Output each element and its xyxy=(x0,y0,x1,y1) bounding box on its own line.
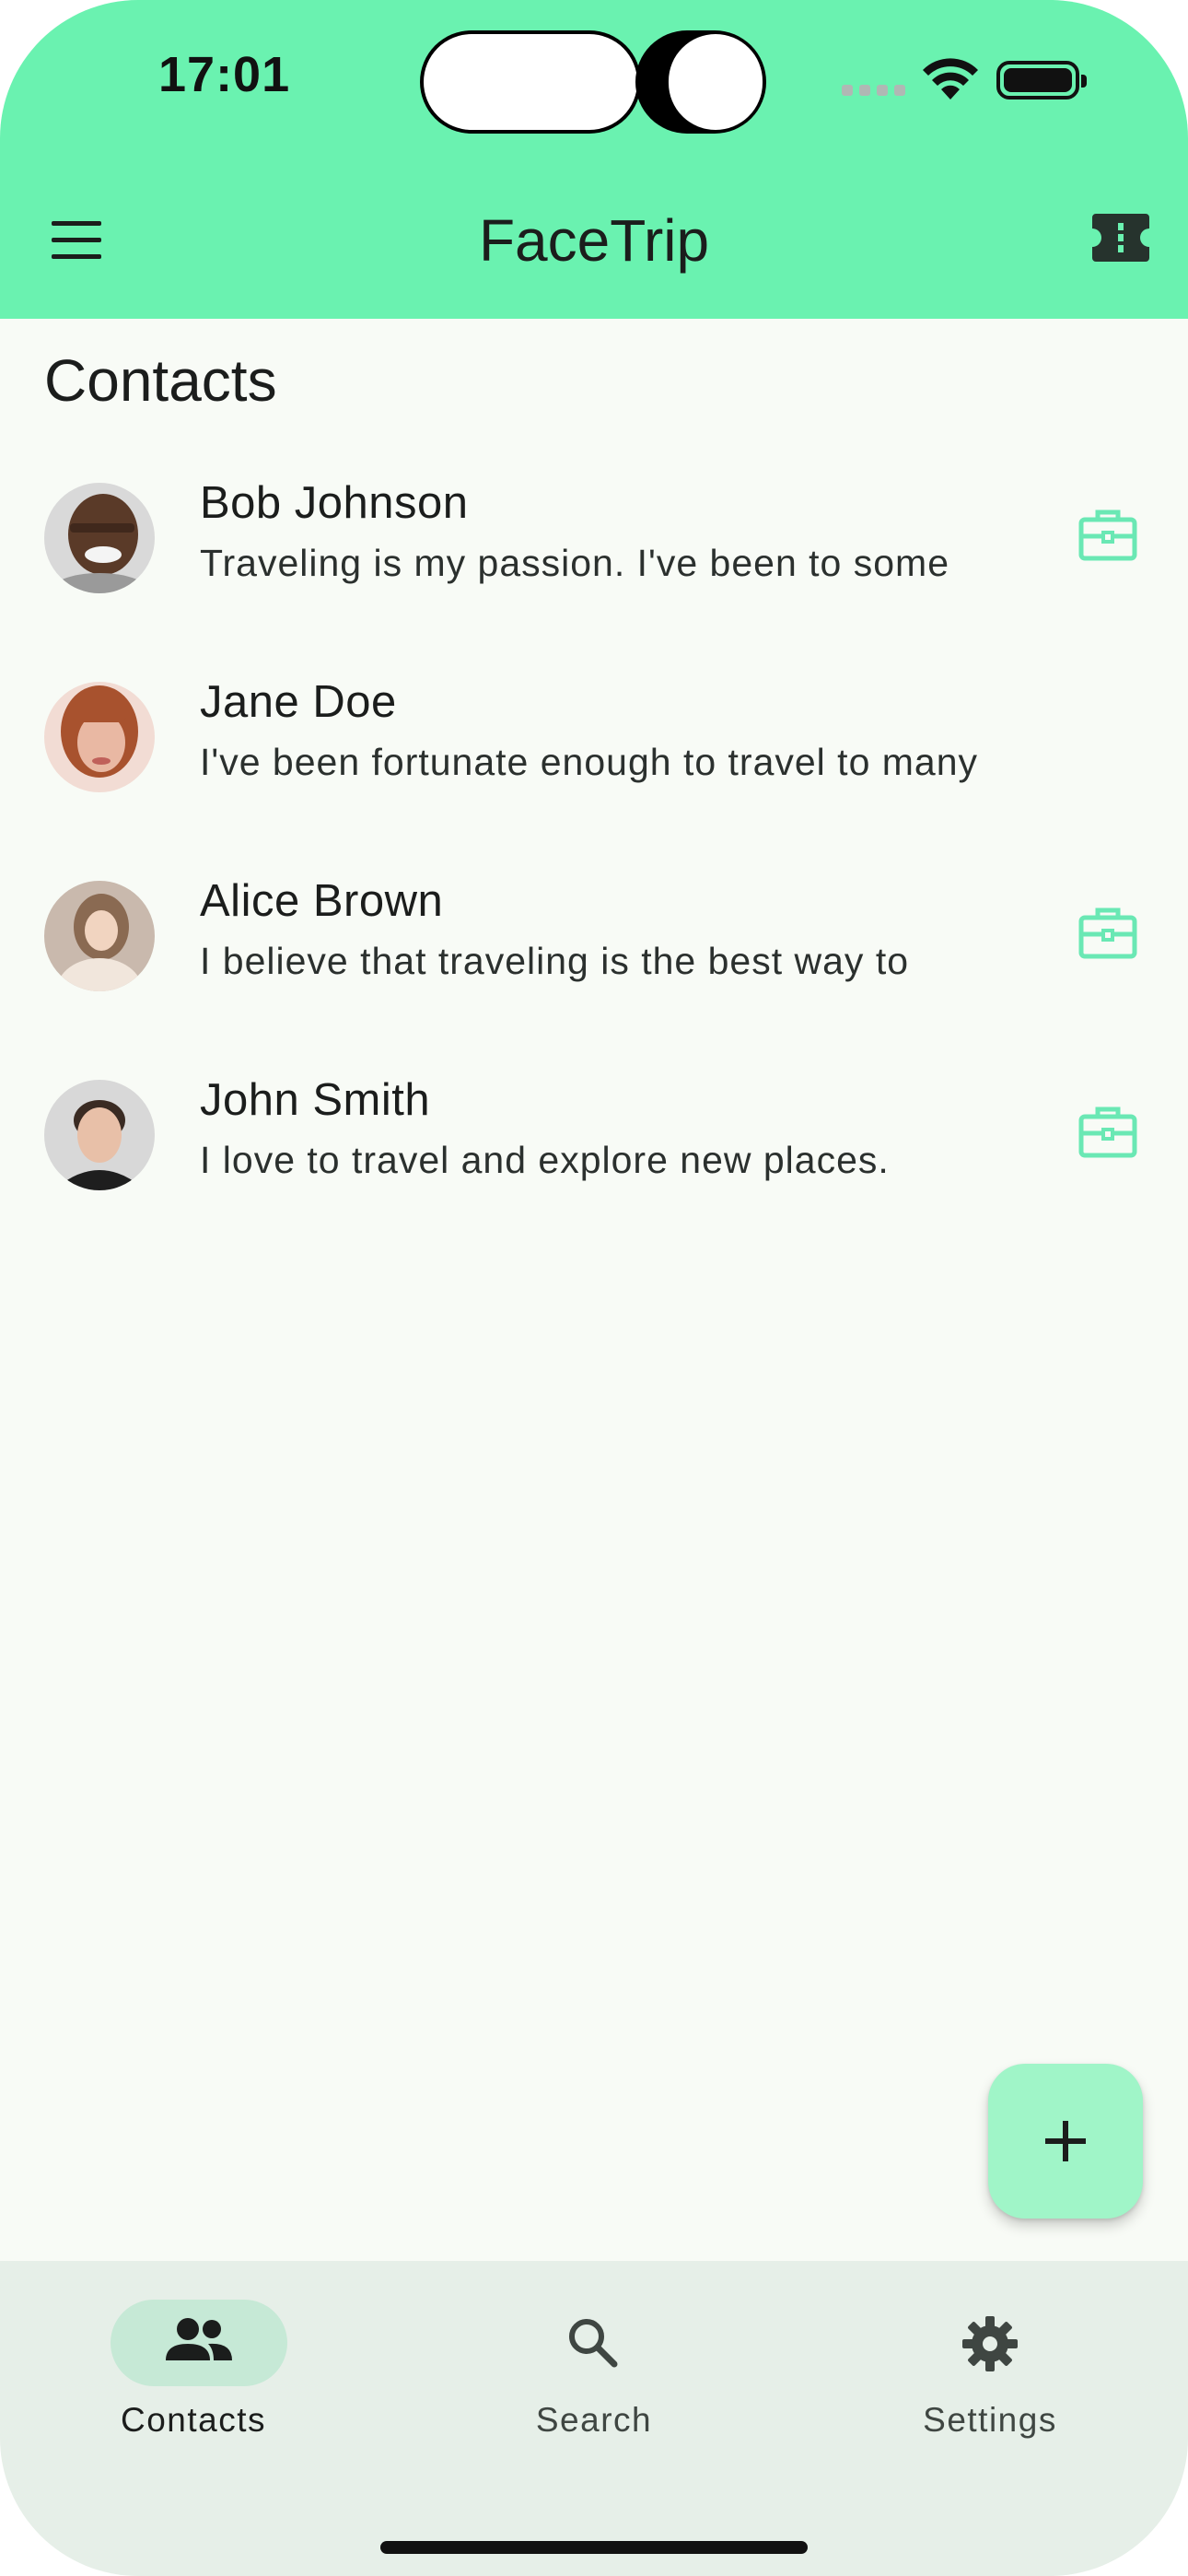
luggage-icon[interactable] xyxy=(1077,1104,1138,1159)
menu-button[interactable] xyxy=(48,214,107,273)
luggage-icon[interactable] xyxy=(1077,905,1138,960)
contact-name: Jane Doe xyxy=(200,677,397,727)
contact-bio: I've been fortunate enough to travel to … xyxy=(200,741,979,783)
page-title: Contacts xyxy=(44,347,277,414)
status-time: 17:01 xyxy=(158,47,291,102)
contact-row-alice-brown[interactable]: Alice Brown I believe that traveling is … xyxy=(0,838,1188,1037)
wifi-icon xyxy=(923,58,978,100)
cellular-signal-icon xyxy=(842,85,906,98)
contact-name: John Smith xyxy=(200,1075,431,1125)
nav-item-contacts[interactable]: Contacts xyxy=(55,2261,332,2464)
nav-label: Contacts xyxy=(120,2401,266,2439)
avatar xyxy=(44,483,155,593)
dynamic-island-right xyxy=(635,30,766,134)
contact-bio: Traveling is my passion. I've been to so… xyxy=(200,542,949,584)
nav-item-settings[interactable]: Settings xyxy=(852,2261,1128,2464)
dynamic-island-left xyxy=(420,30,641,134)
ticket-icon[interactable] xyxy=(1090,212,1151,263)
phone-screen: 17:01 FaceTrip Contacts Bob Johnson Trav… xyxy=(0,0,1188,2576)
bottom-navigation: Contacts Search Settings xyxy=(0,2261,1188,2576)
search-icon xyxy=(569,2319,618,2368)
contact-bio: I believe that traveling is the best way… xyxy=(200,940,910,982)
gear-icon xyxy=(962,2316,1018,2371)
avatar xyxy=(44,1080,155,1190)
contact-row-john-smith[interactable]: John Smith I love to travel and explore … xyxy=(0,1037,1188,1236)
people-icon xyxy=(166,2318,232,2360)
app-title: FaceTrip xyxy=(478,207,710,274)
nav-label: Settings xyxy=(923,2401,1057,2439)
plus-icon xyxy=(1045,2121,1086,2161)
add-contact-button[interactable] xyxy=(988,2064,1143,2219)
avatar xyxy=(44,881,155,991)
nav-label: Search xyxy=(535,2401,653,2439)
contact-bio: I love to travel and explore new places. xyxy=(200,1139,890,1181)
home-indicator[interactable] xyxy=(380,2541,808,2554)
luggage-icon[interactable] xyxy=(1077,507,1138,562)
app-header: 17:01 FaceTrip xyxy=(0,0,1188,319)
battery-icon xyxy=(996,61,1087,100)
contact-row-bob-johnson[interactable]: Bob Johnson Traveling is my passion. I'v… xyxy=(0,440,1188,639)
avatar xyxy=(44,682,155,792)
nav-item-search[interactable]: Search xyxy=(456,2261,732,2464)
contact-name: Bob Johnson xyxy=(200,478,469,528)
contact-row-jane-doe[interactable]: Jane Doe I've been fortunate enough to t… xyxy=(0,639,1188,838)
contact-name: Alice Brown xyxy=(200,876,444,926)
